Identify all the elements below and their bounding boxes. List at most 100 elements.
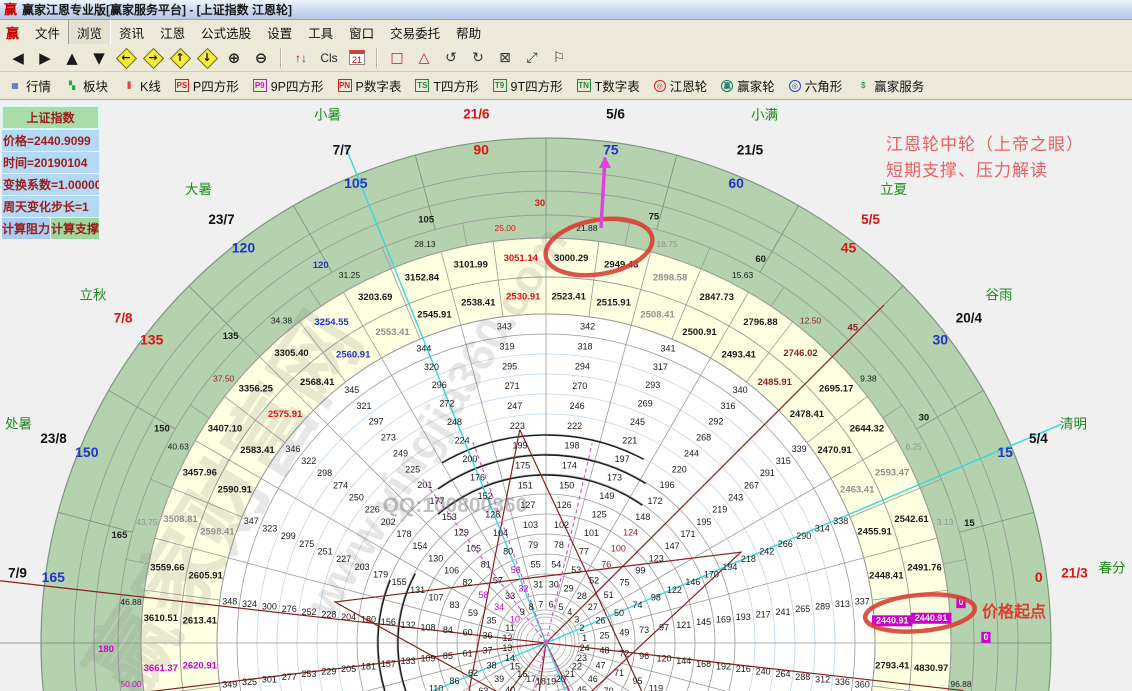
svg-text:2500.91: 2500.91 (682, 327, 717, 338)
p-square-label: P四方形 (192, 80, 239, 94)
svg-text:72: 72 (619, 648, 629, 658)
svg-text:7: 7 (538, 599, 543, 609)
draw-triangle-icon[interactable]: △ (412, 47, 436, 69)
menu-8[interactable]: 交易委托 (382, 20, 448, 45)
svg-text:125: 125 (592, 510, 607, 520)
gann-wheel[interactable]: 赢家财富网www.yingjia360.comQQ:10080036012345… (0, 100, 1132, 691)
pointer-flag-icon[interactable]: ⚐ (547, 47, 571, 69)
svg-text:312: 312 (815, 674, 830, 684)
menu-2[interactable]: 资讯 (111, 20, 152, 45)
svg-text:173: 173 (607, 473, 622, 483)
tool-kline[interactable]: ⫼ K线 (122, 76, 161, 95)
expand-icon[interactable]: ⤢ (520, 47, 544, 69)
back-icon[interactable]: ◀ (6, 47, 30, 69)
menu-0[interactable]: 文件 (27, 20, 68, 45)
rim-term-小满: 小满 (751, 107, 778, 122)
menu-7[interactable]: 窗口 (341, 20, 382, 45)
svg-text:110: 110 (429, 684, 443, 691)
svg-text:241: 241 (775, 607, 790, 617)
shift-up-icon[interactable]: ↑ (168, 47, 192, 69)
tool-sectors[interactable]: ▚ 板块 (65, 76, 108, 95)
tool-9p-square[interactable]: P9 9P四方形 (252, 76, 324, 95)
kline-label: K线 (140, 80, 161, 94)
svg-text:155: 155 (392, 577, 407, 587)
svg-text:264: 264 (775, 669, 790, 679)
calendar-icon[interactable]: 21 (345, 47, 369, 69)
svg-text:77: 77 (579, 547, 589, 557)
zoom-in-icon[interactable]: ⊕ (222, 47, 246, 69)
tool-service[interactable]: $ 赢家服务 (856, 76, 924, 95)
svg-text:75: 75 (649, 211, 660, 222)
menu-5[interactable]: 设置 (259, 20, 300, 45)
svg-text:120: 120 (313, 260, 329, 271)
svg-text:320: 320 (424, 362, 439, 372)
svg-text:98: 98 (651, 592, 661, 602)
rotate-ccw-icon[interactable]: ↺ (439, 47, 463, 69)
svg-text:48: 48 (599, 646, 609, 656)
menu-1[interactable]: 浏览 (68, 18, 112, 46)
svg-text:3000.29: 3000.29 (554, 253, 588, 264)
tool-p-table[interactable]: PN P数字表 (337, 76, 401, 95)
menu-4[interactable]: 公式选股 (193, 20, 259, 45)
tool-gann-wheel[interactable]: ◎ 江恩轮 (653, 76, 707, 95)
svg-text:71: 71 (614, 668, 624, 678)
svg-text:27: 27 (588, 602, 598, 612)
cls-icon[interactable]: Cls (316, 47, 342, 69)
svg-text:2470.91: 2470.91 (817, 445, 852, 456)
svg-text:319: 319 (499, 342, 514, 352)
svg-text:2455.91: 2455.91 (857, 526, 892, 537)
svg-text:196: 196 (660, 480, 675, 490)
tool-t-table[interactable]: TN T数字表 (576, 76, 640, 95)
svg-text:300: 300 (262, 602, 277, 612)
tool-hexagon[interactable]: ◎ 六角形 (788, 76, 842, 95)
calc-support-button[interactable]: 计算支撑 (51, 218, 99, 239)
svg-text:35: 35 (486, 615, 496, 625)
svg-text:2605.91: 2605.91 (188, 570, 223, 581)
svg-text:102: 102 (554, 520, 569, 530)
shift-down-icon[interactable]: ↓ (195, 47, 219, 69)
rotate-up-icon[interactable]: ▲ (60, 47, 84, 69)
menu-6[interactable]: 工具 (300, 20, 341, 45)
shift-right-icon[interactable]: → (141, 47, 165, 69)
select-box-icon[interactable]: ⊠ (493, 47, 517, 69)
annotation-line1: 江恩轮中轮（上帝之眼） (886, 135, 1084, 154)
menu-3[interactable]: 江恩 (152, 20, 193, 45)
svg-text:249: 249 (393, 448, 408, 458)
svg-text:323: 323 (262, 524, 277, 534)
svg-text:75: 75 (620, 578, 630, 588)
svg-text:2545.91: 2545.91 (417, 309, 452, 320)
tool-t-square[interactable]: TS T四方形 (415, 76, 479, 95)
draw-square-icon[interactable]: □ (385, 47, 409, 69)
svg-text:253: 253 (302, 669, 317, 679)
svg-text:325: 325 (242, 677, 257, 687)
svg-text:124: 124 (623, 528, 638, 538)
svg-text:31.25: 31.25 (339, 270, 361, 280)
svg-text:3305.40: 3305.40 (274, 348, 308, 359)
calc-resistance-button[interactable]: 计算阻力 (2, 218, 50, 239)
tool-winner-wheel[interactable]: 赢赢家轮 (721, 76, 775, 95)
tool-quotes[interactable]: ▦ 行情 (8, 76, 51, 95)
menu-9[interactable]: 帮助 (448, 20, 489, 45)
svg-text:291: 291 (760, 468, 775, 478)
svg-text:3508.81: 3508.81 (163, 514, 198, 525)
svg-text:221: 221 (622, 436, 637, 446)
svg-text:50.00: 50.00 (120, 679, 142, 689)
gann-wheel-icon: ◎ (653, 79, 666, 92)
svg-text:103: 103 (523, 520, 538, 530)
rim-degree-75: 75 (603, 141, 619, 157)
forward-icon[interactable]: ▶ (33, 47, 57, 69)
svg-text:289: 289 (815, 602, 830, 612)
svg-text:3101.99: 3101.99 (454, 259, 488, 270)
rotate-down-icon[interactable]: ▼ (87, 47, 111, 69)
svg-text:269: 269 (638, 399, 653, 409)
shift-left-icon[interactable]: ← (114, 47, 138, 69)
title-bar[interactable]: 赢 赢家江恩专业版[赢家服务平台] - [上证指数 江恩轮] (0, 0, 1132, 20)
rotate-cw-icon[interactable]: ↻ (466, 47, 490, 69)
tool-p-square[interactable]: PS P四方形 (174, 76, 239, 95)
svg-text:130: 130 (428, 553, 443, 563)
svg-text:2515.91: 2515.91 (597, 298, 632, 309)
svg-text:2898.58: 2898.58 (653, 272, 687, 283)
tool-9t-square[interactable]: T9 9T四方形 (492, 76, 563, 95)
zoom-out-icon[interactable]: ⊖ (249, 47, 273, 69)
updown-icon[interactable]: ↑↓ (289, 47, 313, 69)
